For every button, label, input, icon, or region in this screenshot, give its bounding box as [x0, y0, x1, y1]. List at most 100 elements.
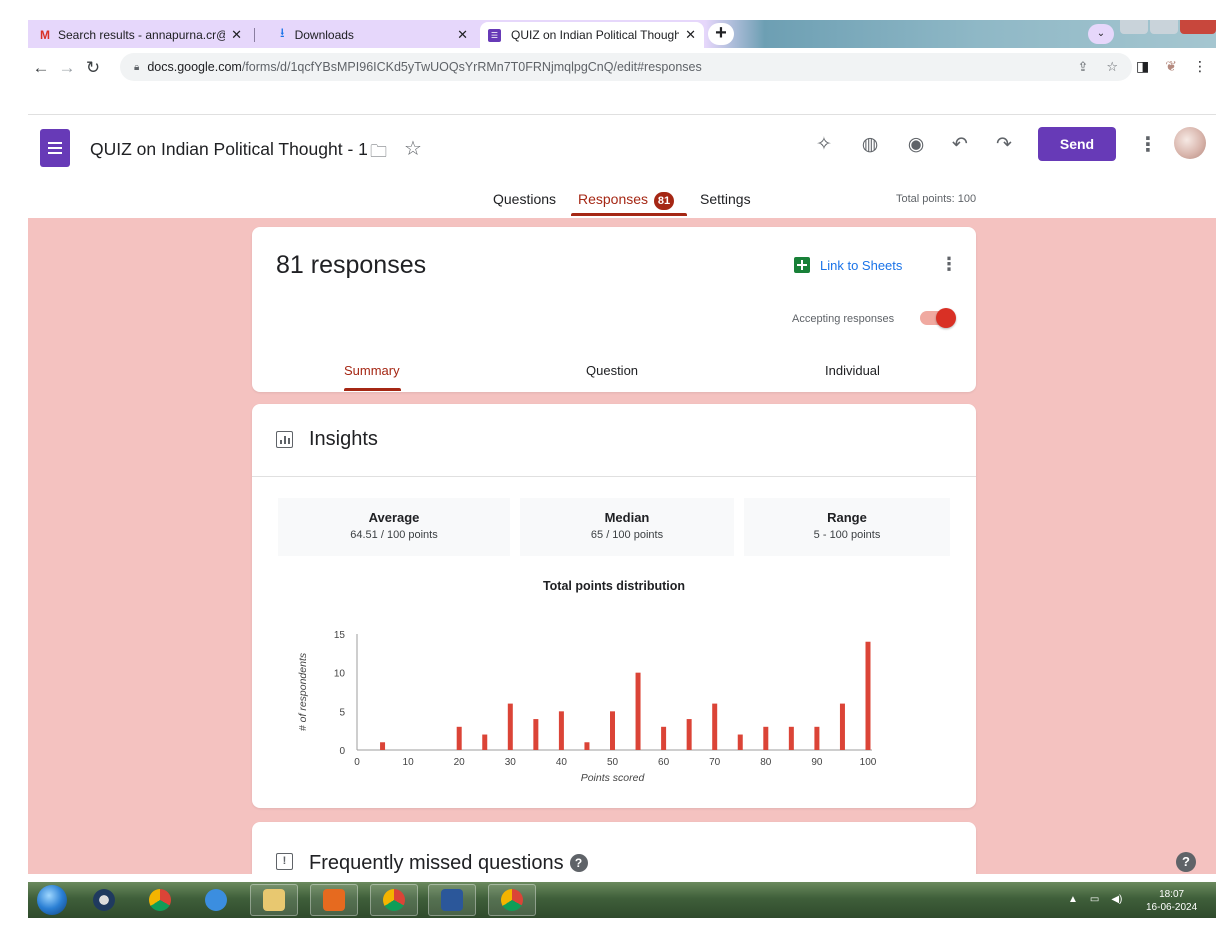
- average-stat: Average 64.51 / 100 points: [278, 498, 510, 556]
- median-value: 65 / 100 points: [590, 529, 664, 541]
- tab-question[interactable]: Question: [586, 363, 638, 378]
- link-to-sheets-button[interactable]: Link to Sheets: [794, 257, 902, 273]
- active-tab-indicator: [571, 213, 687, 216]
- tab-gmail-search[interactable]: M Search results - annapurna.cr@g ✕: [32, 22, 250, 48]
- x-tick-label: 90: [811, 757, 823, 768]
- url-host: docs.google.com: [147, 60, 242, 74]
- chrome-window-2-taskbar-icon[interactable]: [488, 884, 536, 916]
- close-icon[interactable]: ✕: [231, 27, 242, 43]
- folder-icon[interactable]: 🗀︎: [370, 139, 387, 168]
- x-tick-label: 20: [454, 757, 466, 768]
- bar-90: [814, 726, 820, 750]
- word-taskbar-icon[interactable]: [428, 884, 476, 916]
- x-tick-label: 50: [607, 757, 619, 768]
- volume-icon[interactable]: ◀): [1111, 894, 1122, 905]
- addon-icon[interactable]: ✧: [812, 133, 836, 156]
- tab-responses[interactable]: Responses 81: [578, 191, 675, 210]
- responses-count-badge: 81: [654, 192, 675, 210]
- median-label: Median: [604, 510, 650, 525]
- forward-icon[interactable]: →: [54, 58, 80, 78]
- close-icon[interactable]: ✕: [685, 27, 696, 43]
- bar-70: [712, 703, 718, 750]
- url-path: /forms/d/1qcfYBsMPI96ICKd5yTwUOQsYrRMn7T…: [241, 60, 702, 74]
- average-label: Average: [368, 510, 420, 525]
- chrome-window-taskbar-icon[interactable]: [370, 884, 418, 916]
- tab-individual[interactable]: Individual: [825, 363, 880, 378]
- average-value: 64.51 / 100 points: [350, 529, 438, 541]
- y-tick-label: 10: [334, 669, 346, 680]
- close-icon[interactable]: ✕: [457, 27, 468, 43]
- network-icon[interactable]: ▭: [1090, 894, 1099, 905]
- responses-page[interactable]: 81 responses Link to Sheets ⋮ Accepting …: [28, 218, 1216, 874]
- undo-icon[interactable]: ↶: [948, 133, 972, 156]
- bar-5: [380, 742, 386, 750]
- more-vert-icon[interactable]: ⋮: [940, 254, 958, 275]
- new-tab-icon[interactable]: +: [708, 23, 734, 45]
- media-player-taskbar-icon[interactable]: [80, 884, 128, 916]
- bar-25: [482, 734, 488, 750]
- side-panel-icon[interactable]: ◨: [1136, 58, 1149, 75]
- help-icon[interactable]: ?: [1176, 852, 1196, 872]
- preview-icon[interactable]: ◉: [904, 133, 928, 156]
- tab-questions[interactable]: Questions: [493, 191, 556, 207]
- bar-75: [737, 734, 743, 750]
- palette-icon[interactable]: ◍: [858, 133, 882, 156]
- forms-logo-icon[interactable]: [40, 129, 70, 167]
- explorer-taskbar-icon[interactable]: [250, 884, 298, 916]
- address-bar[interactable]: 🔒︎ docs.google.com/forms/d/1qcfYBsMPI96I…: [120, 53, 1132, 81]
- tab-summary[interactable]: Summary: [344, 363, 400, 378]
- accepting-responses-toggle[interactable]: [920, 308, 956, 328]
- start-button[interactable]: [28, 884, 76, 916]
- tab-quiz-form[interactable]: ☰ QUIZ on Indian Political Thought ✕: [480, 22, 704, 48]
- system-clock[interactable]: 18:07 16-06-2024: [1146, 888, 1197, 914]
- bar-100: [865, 641, 871, 750]
- tray-arrow-icon[interactable]: ▲: [1068, 894, 1078, 905]
- active-subtab-indicator: [344, 388, 401, 391]
- x-tick-label: 100: [860, 757, 877, 768]
- missed-questions-card: ! Frequently missed questions?: [252, 822, 976, 874]
- bar-50: [610, 711, 615, 750]
- total-points: Total points: 100: [896, 193, 977, 205]
- redo-icon[interactable]: ↷: [992, 133, 1016, 156]
- star-icon[interactable]: ☆: [404, 136, 422, 161]
- y-axis-label: # of respondents: [297, 652, 309, 731]
- tab-downloads[interactable]: ⭳ Downloads ✕: [260, 22, 476, 48]
- profile-icon[interactable]: ❦: [1165, 58, 1177, 75]
- x-tick-label: 10: [403, 757, 415, 768]
- help-icon[interactable]: ?: [569, 854, 588, 872]
- form-title[interactable]: QUIZ on Indian Political Thought - 1: [90, 139, 368, 160]
- responses-summary-card: 81 responses Link to Sheets ⋮ Accepting …: [252, 227, 976, 392]
- window-close-icon[interactable]: [1180, 20, 1216, 34]
- y-tick-label: 15: [334, 630, 346, 641]
- browser-menu-icon[interactable]: ⋮: [1193, 58, 1207, 75]
- insights-chart-icon: [276, 431, 293, 448]
- send-button[interactable]: Send: [1038, 127, 1116, 161]
- system-tray: ▲ ▭ ◀): [1068, 894, 1122, 905]
- more-vert-icon[interactable]: ⋮: [1138, 132, 1158, 157]
- gmail-icon: M: [40, 28, 50, 42]
- maximize-icon[interactable]: [1150, 20, 1178, 34]
- chrome-taskbar-icon[interactable]: [136, 884, 184, 916]
- response-count: 81 responses: [276, 251, 427, 279]
- download-icon: ⭳: [280, 25, 285, 40]
- tab-settings[interactable]: Settings: [700, 191, 751, 207]
- ie-taskbar-icon[interactable]: [192, 884, 240, 916]
- bookmark-star-icon[interactable]: ☆: [1106, 59, 1118, 75]
- tab-title: Downloads: [294, 28, 354, 42]
- tab-search-icon[interactable]: ⌄: [1088, 24, 1114, 44]
- y-tick-label: 0: [339, 746, 345, 757]
- minimize-icon[interactable]: [1120, 20, 1148, 34]
- chart-title: Total points distribution: [542, 579, 686, 593]
- share-icon[interactable]: ⇪: [1077, 59, 1088, 75]
- range-value: 5 - 100 points: [813, 529, 881, 541]
- reload-icon[interactable]: ↻: [80, 58, 106, 78]
- avatar[interactable]: [1174, 127, 1206, 159]
- range-label: Range: [827, 510, 867, 525]
- clock-date: 16-06-2024: [1146, 902, 1198, 913]
- y-tick-label: 5: [339, 707, 345, 718]
- bar-55: [635, 672, 641, 750]
- bar-30: [507, 703, 513, 750]
- back-icon[interactable]: ←: [28, 58, 54, 78]
- media-taskbar-icon[interactable]: [310, 884, 358, 916]
- x-tick-label: 80: [760, 757, 772, 768]
